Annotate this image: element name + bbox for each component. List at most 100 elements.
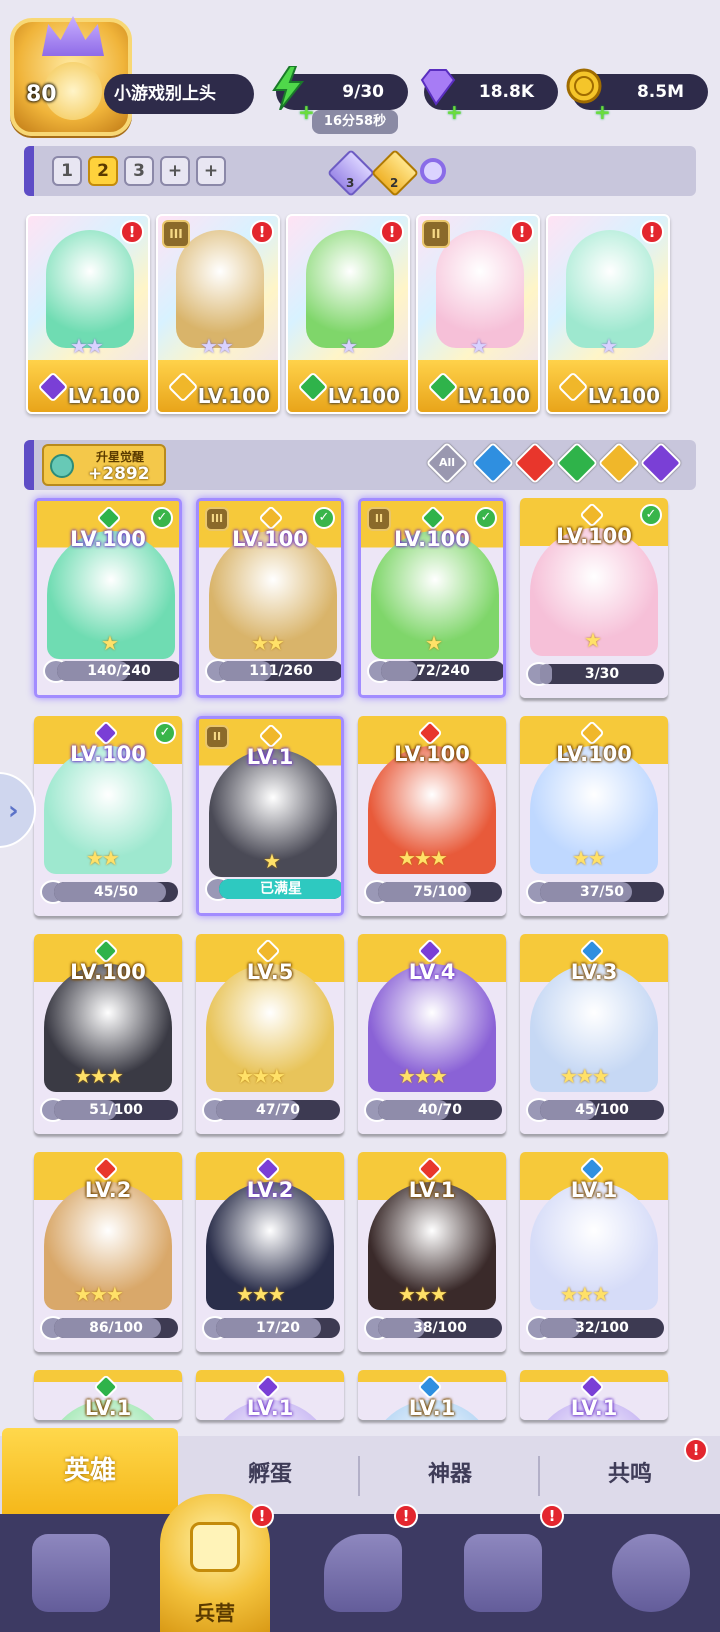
crown-icon [42,16,104,56]
shop-nav-icon[interactable] [464,1534,542,1612]
progress-fill [381,661,419,681]
awaken-count: +2892 [88,464,150,484]
player-name[interactable]: 小游戏别上头 [104,74,254,114]
hero-portrait [46,230,134,348]
hero-portrait [306,230,394,348]
mushroom-nav-icon[interactable] [612,1534,690,1612]
shard-progress-text: 已满星 [260,881,302,897]
hero-card[interactable]: LV.1 ★★★ 38/100 [358,1152,506,1352]
shard-progress-bar: 111/260 [219,661,341,681]
shard-progress-text: 38/100 [413,1320,467,1336]
star-rating: ★ [425,631,443,655]
hero-level: LV.100 [197,384,270,408]
add-team-button[interactable]: + [196,156,226,186]
hero-card[interactable]: LV.3 ★★★ 45/100 [520,934,668,1134]
star-rating: ★★ [572,846,606,870]
hero-card[interactable]: LV.5 ★★★ 47/70 [196,934,344,1134]
map-nav-icon[interactable] [324,1534,402,1612]
stamina-counter[interactable]: + 9/30 [272,66,408,124]
team-tab-1[interactable]: 1 [52,156,82,186]
hero-card[interactable]: LV.2 ★★★ 86/100 [34,1152,182,1352]
progress-fill [540,1318,580,1338]
hero-card[interactable]: LV.1 [520,1370,668,1420]
star-rating: ★★ [200,334,234,358]
hero-card[interactable]: LV.1 [358,1370,506,1420]
search-icon[interactable] [420,158,446,184]
shard-progress-bar: 17/20 [216,1318,340,1338]
hero-card[interactable]: LV.1 [34,1370,182,1420]
barracks-label: 兵营 [195,1601,235,1625]
add-team-button[interactable]: + [160,156,190,186]
check-icon: ✓ [640,504,662,526]
hero-level: LV.100 [70,527,146,551]
hero-level: LV.100 [457,384,530,408]
hero-card[interactable]: LV.100 ✓ II ★ 72/240 [358,498,506,698]
hero-portrait [436,230,524,348]
shard-progress-text: 75/100 [413,884,467,900]
side-expand-button[interactable]: › [0,772,36,848]
hero-card[interactable]: LV.1 ★★★ 32/100 [520,1152,668,1352]
team-hero-card[interactable]: ★ LV.100 ! [286,214,410,414]
hero-level: LV.4 [408,960,456,984]
star-rating: ★★★ [398,1064,448,1088]
shard-progress-bar: 已满星 [219,879,341,899]
hero-level: LV.100 [394,742,470,766]
star-rating: ★★★ [74,1282,124,1306]
hero-card[interactable]: LV.100 ★★★ 75/100 [358,716,506,916]
key-icon [50,454,74,478]
shard-progress-bar: 37/50 [540,882,664,902]
shard-progress-text: 72/240 [416,663,470,679]
plus-icon[interactable]: + [594,94,611,130]
shard-progress-text: 51/100 [89,1102,143,1118]
team-hero-card[interactable]: ★★ LV.100 ! [26,214,150,414]
team-tab-2[interactable]: 2 [88,156,118,186]
hero-level: LV.100 [587,384,660,408]
hero-card[interactable]: LV.1 [196,1370,344,1420]
alert-badge: ! [640,220,664,244]
team-hero-card[interactable]: ★★ LV.100 ! III [156,214,280,414]
tab-hero[interactable]: 英雄 [2,1428,178,1514]
plus-icon[interactable]: + [446,94,463,130]
hero-card[interactable]: LV.2 ★★★ 17/20 [196,1152,344,1352]
star-rating: ★ [263,849,281,873]
hero-card[interactable]: LV.4 ★★★ 40/70 [358,934,506,1134]
hero-card[interactable]: LV.100 ✓ ★ 3/30 [520,498,668,698]
bar-accent [24,146,34,196]
shard-progress-bar: 86/100 [54,1318,178,1338]
team-hero-card[interactable]: ★ LV.100 ! II [416,214,540,414]
shard-progress-text: 40/70 [417,1102,463,1118]
stamina-timer: 16分58秒 [312,110,398,134]
hero-level: LV.100 [556,742,632,766]
barracks-icon [190,1522,240,1572]
awaken-button[interactable]: 升星觉醒 +2892 [42,444,166,486]
hero-level: LV.100 [70,742,146,766]
tab-artifact[interactable]: 神器 [360,1436,540,1514]
hero-card[interactable]: LV.100 ★★ 37/50 [520,716,668,916]
team-tab-3[interactable]: 3 [124,156,154,186]
star-rating: ★ [470,334,488,358]
bar-accent [24,440,34,490]
hero-card[interactable]: LV.100 ✓ III ★★ 111/260 [196,498,344,698]
shard-progress-bar: 140/240 [57,661,179,681]
hero-card[interactable]: LV.100 ✓ ★★ 45/50 [34,716,182,916]
rank-badge: III [205,507,229,531]
hero-level: LV.3 [570,960,618,984]
gold-counter[interactable]: + 8.5M [566,68,708,124]
check-icon: ✓ [154,722,176,744]
hero-card[interactable]: LV.100 ✓ ★ 140/240 [34,498,182,698]
hero-card[interactable]: LV.100 ★★★ 51/100 [34,934,182,1134]
star-rating: ★★★ [236,1282,286,1306]
rank-badge: II [205,725,229,749]
hero-level: LV.100 [67,384,140,408]
hero-card[interactable]: LV.1 II ★ 已满星 [196,716,344,916]
hero-level: LV.1 [570,1178,618,1202]
gem-counter[interactable]: + 18.8K [420,69,558,124]
shard-progress-text: 86/100 [89,1320,143,1336]
star-rating: ★ [600,334,618,358]
team-hero-card[interactable]: ★ LV.100 ! [546,214,670,414]
progress-fill [540,664,553,684]
cards-nav-icon[interactable] [32,1534,110,1612]
hero-level: LV.5 [246,960,294,984]
star-rating: ★★★ [398,846,448,870]
hero-level: LV.1 [408,1396,456,1420]
